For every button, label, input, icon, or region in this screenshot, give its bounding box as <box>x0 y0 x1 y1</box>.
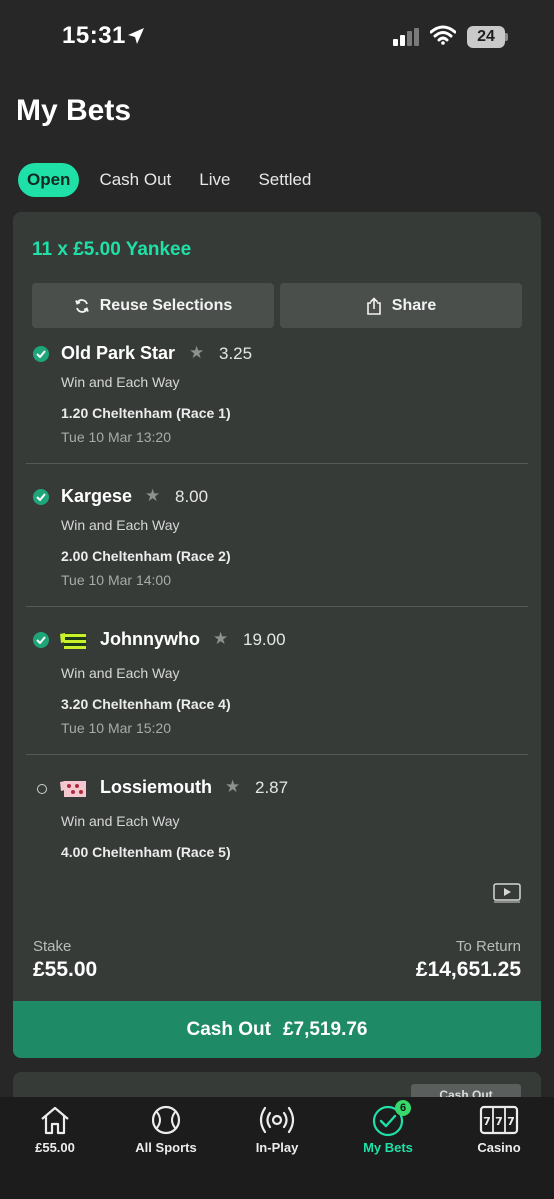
tab-settled[interactable]: Settled <box>258 163 311 197</box>
selection-bet-type: Win and Each Way <box>61 517 180 533</box>
jockey-silks-icon <box>60 781 86 797</box>
reuse-selections-label: Reuse Selections <box>99 296 233 314</box>
selection-name: Kargese <box>61 486 133 506</box>
selection-time: Tue 10 Mar 15:20 <box>61 720 171 736</box>
nav-all-sports-label: All Sports <box>135 1140 197 1155</box>
reuse-selections-button[interactable]: Reuse Selections <box>32 283 274 328</box>
video-play-icon[interactable] <box>493 883 521 903</box>
bet-card: 11 x £5.00 Yankee Reuse Selections Share… <box>13 212 541 1058</box>
selection-race: 1.20 Cheltenham (Race 1) <box>61 405 231 421</box>
selection-time: Tue 10 Mar 14:00 <box>61 572 171 588</box>
page-title: My Bets <box>16 94 132 127</box>
share-label: Share <box>391 296 437 314</box>
selection-name: Old Park Star <box>61 343 176 363</box>
home-icon <box>41 1106 69 1135</box>
nav-home-label: £55.00 <box>35 1140 75 1155</box>
bet-tabs: Open Cash Out Live Settled <box>18 163 339 197</box>
selection-odds: 8.00 <box>175 487 209 506</box>
divider <box>26 606 528 607</box>
won-check-icon <box>33 489 49 505</box>
my-bets-count-badge: 6 <box>395 1100 411 1116</box>
selection-time: Tue 10 Mar 13:20 <box>61 429 171 445</box>
nav-all-sports[interactable]: All Sports <box>111 1097 221 1167</box>
pending-status-icon <box>37 784 47 794</box>
favourite-star-icon[interactable]: ★ <box>213 629 228 649</box>
tab-live[interactable]: Live <box>199 163 230 197</box>
nav-casino-label: Casino <box>477 1140 521 1155</box>
selection-name: Lossiemouth <box>100 777 213 797</box>
selection-race: 2.00 Cheltenham (Race 2) <box>61 548 231 564</box>
divider <box>26 463 528 464</box>
status-time: 15:31 <box>62 22 126 49</box>
selection-bet-type: Win and Each Way <box>61 813 180 829</box>
refresh-icon <box>74 298 89 313</box>
won-check-icon <box>33 632 49 648</box>
selection-bet-type: Win and Each Way <box>61 374 180 390</box>
ball-icon <box>151 1105 181 1135</box>
selection-race: 3.20 Cheltenham (Race 4) <box>61 696 231 712</box>
selection-bet-type: Win and Each Way <box>61 665 180 681</box>
cash-out-value: £7,519.76 <box>282 1018 368 1040</box>
favourite-star-icon[interactable]: ★ <box>145 486 160 506</box>
battery-tip <box>505 33 508 41</box>
jockey-silks-icon <box>60 633 86 649</box>
tab-open[interactable]: Open <box>18 163 80 197</box>
won-check-icon <box>33 346 49 362</box>
cash-out-button[interactable]: Cash Out £7,519.76 <box>13 1001 541 1058</box>
nav-my-bets[interactable]: 6 My Bets <box>333 1097 443 1167</box>
selection-race: 4.00 Cheltenham (Race 5) <box>61 844 231 860</box>
stake-label: Stake <box>33 938 72 955</box>
broadcast-icon <box>259 1106 295 1134</box>
signal-icon <box>393 28 419 46</box>
cash-out-label: Cash Out <box>186 1018 271 1040</box>
selection-odds: 2.87 <box>255 778 289 797</box>
selection-name: Johnnywho <box>100 629 200 649</box>
slot-machine-icon: 7 7 7 <box>479 1105 519 1135</box>
svg-text:7: 7 <box>507 1115 515 1128</box>
share-button[interactable]: Share <box>280 283 522 328</box>
nav-casino[interactable]: 7 7 7 Casino <box>444 1097 554 1167</box>
nav-home[interactable]: £55.00 <box>0 1097 110 1167</box>
selection-odds: 3.25 <box>219 344 253 363</box>
bottom-nav: £55.00 All Sports In-Play 6 My Bets 7 7 … <box>0 1097 554 1199</box>
bet-title: 11 x £5.00 Yankee <box>32 239 192 260</box>
battery-indicator: 24 <box>467 26 505 48</box>
favourite-star-icon[interactable]: ★ <box>225 777 240 797</box>
to-return-label: To Return <box>455 938 521 955</box>
nav-in-play[interactable]: In-Play <box>222 1097 332 1167</box>
nav-in-play-label: In-Play <box>255 1140 299 1155</box>
location-arrow-icon <box>128 28 144 44</box>
share-icon <box>366 296 381 315</box>
nav-my-bets-label: My Bets <box>363 1140 413 1155</box>
stake-value: £55.00 <box>33 958 98 981</box>
tab-cash-out[interactable]: Cash Out <box>99 163 171 197</box>
status-bar: 15:31 24 <box>0 0 554 76</box>
svg-text:7: 7 <box>483 1115 491 1128</box>
wifi-icon <box>430 25 456 45</box>
favourite-star-icon[interactable]: ★ <box>189 343 204 363</box>
divider <box>26 754 528 755</box>
svg-text:7: 7 <box>495 1115 503 1128</box>
to-return-value: £14,651.25 <box>415 958 521 981</box>
selection-odds: 19.00 <box>243 630 286 649</box>
